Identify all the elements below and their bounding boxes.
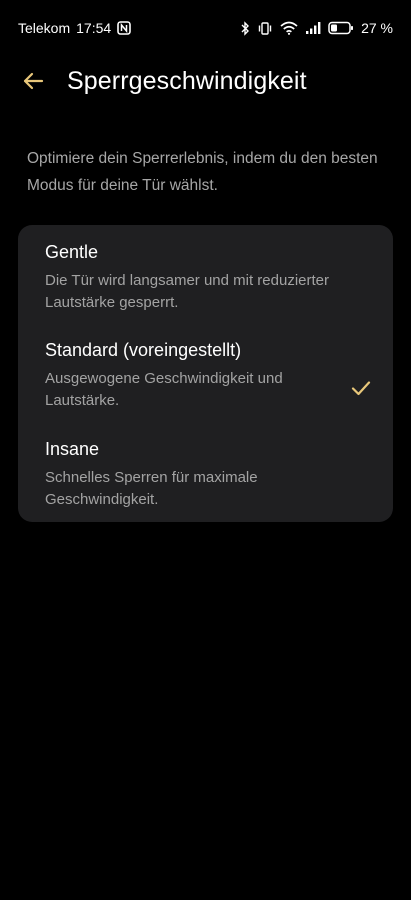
vibrate-icon — [257, 21, 273, 36]
option-standard[interactable]: Standard (voreingestellt) Ausgewogene Ge… — [18, 339, 393, 429]
option-title: Insane — [45, 439, 100, 459]
back-button[interactable] — [18, 66, 48, 96]
battery-icon — [328, 21, 354, 35]
carrier-name: Telekom — [18, 20, 71, 36]
battery-percent: 27 % — [361, 20, 393, 36]
page-description: Optimiere dein Sperrerlebnis, indem du d… — [27, 150, 378, 194]
option-title: Standard (voreingestellt) — [45, 340, 242, 360]
option-description: Ausgewogene Geschwindigkeit und Lautstär… — [45, 370, 283, 409]
signal-icon — [305, 21, 321, 35]
check-icon — [351, 381, 371, 396]
speed-options-list: Gentle Die Tür wird langsamer und mit re… — [18, 225, 393, 522]
status-time: 17:54 — [76, 20, 112, 36]
wifi-icon — [280, 21, 298, 35]
nfc-icon — [117, 21, 131, 35]
app-bar: Sperrgeschwindigkeit — [0, 56, 411, 108]
status-right: 27 % — [240, 20, 393, 36]
arrow-left-icon — [23, 72, 44, 90]
option-description: Schnelles Sperren für maximale Geschwind… — [45, 469, 258, 508]
option-insane[interactable]: Insane Schnelles Sperren für maximale Ge… — [18, 438, 393, 528]
status-bar: Telekom 17:54 27 % — [0, 0, 411, 56]
status-left: Telekom 17:54 — [18, 20, 131, 36]
option-description: Die Tür wird langsamer und mit reduziert… — [45, 272, 329, 311]
option-title: Gentle — [45, 242, 99, 262]
bluetooth-icon — [240, 20, 250, 36]
page-title: Sperrgeschwindigkeit — [67, 67, 307, 95]
option-gentle[interactable]: Gentle Die Tür wird langsamer und mit re… — [18, 241, 393, 331]
